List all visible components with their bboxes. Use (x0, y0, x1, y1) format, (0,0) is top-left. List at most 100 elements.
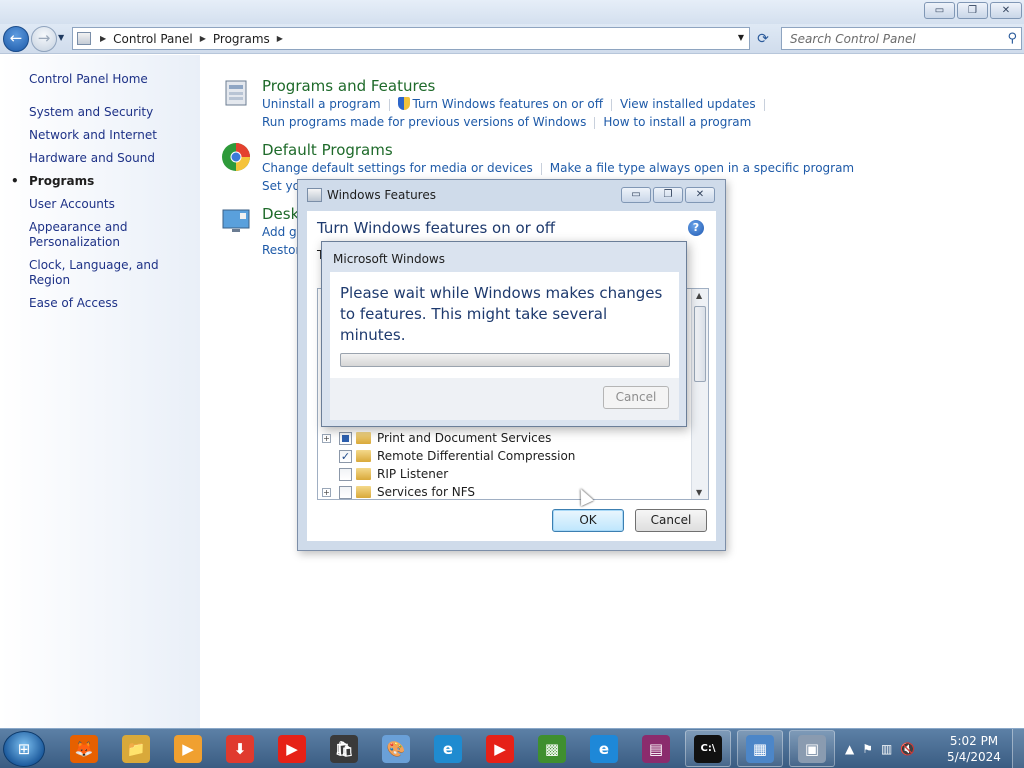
programs-features-links-row1: Uninstall a program Turn Windows features… (262, 97, 773, 111)
sidebar-item-hardware-sound[interactable]: Hardware and Sound (29, 151, 194, 166)
expand-icon[interactable]: + (322, 433, 331, 443)
close-button[interactable]: ✕ (990, 2, 1022, 19)
sidebar-item-ease-of-access[interactable]: Ease of Access (29, 296, 194, 311)
taskbar-app-windows-features[interactable]: ▣ (789, 730, 835, 767)
sidebar-item-appearance[interactable]: Appearance and Personalization (29, 220, 194, 250)
chevron-right-icon[interactable]: ▶ (197, 34, 209, 43)
taskbar-app-file-explorer[interactable]: 📁 (113, 730, 159, 767)
taskbar-app-minecraft[interactable]: ▩ (529, 730, 575, 767)
address-box[interactable]: ▶ Control Panel ▶ Programs ▶ ▼ (72, 27, 750, 50)
tree-row[interactable]: + Print and Document Services (322, 429, 551, 447)
network-icon[interactable]: ▥ (881, 742, 892, 756)
taskbar-app-control-panel[interactable]: ▦ (737, 730, 783, 767)
view-updates-link[interactable]: View installed updates (620, 97, 756, 111)
progress-message: Please wait while Windows makes changes … (340, 284, 663, 344)
dialog-maximize-button[interactable]: ❐ (653, 187, 683, 203)
youtube-icon: ▶ (278, 734, 306, 763)
breadcrumb-control-panel[interactable]: Control Panel (109, 32, 197, 46)
folder-icon (356, 432, 371, 444)
minimize-button[interactable]: ▭ (924, 2, 955, 19)
taskbar-app-command-prompt[interactable]: C:\ (685, 730, 731, 767)
recent-pages-dropdown-icon[interactable]: ▼ (58, 33, 64, 42)
tree-scrollbar[interactable]: ▲ ▼ (691, 289, 708, 499)
turn-features-link[interactable]: Turn Windows features on or off (413, 97, 604, 111)
sidebar-list: System and Security Network and Internet… (11, 105, 194, 319)
progress-bar (340, 353, 670, 367)
start-button[interactable]: ⊞ (3, 731, 45, 767)
control-panel-icon: ▦ (746, 734, 774, 763)
internet-explorer-icon: e (590, 734, 618, 763)
taskbar-app-download-manager[interactable]: ⬇ (217, 730, 263, 767)
refresh-icon[interactable]: ⟳ (752, 28, 774, 50)
chevron-right-icon[interactable]: ▶ (274, 34, 286, 43)
taskbar-app-youtube-2[interactable]: ▶ (477, 730, 523, 767)
clock[interactable]: 5:02 PM 5/4/2024 (945, 733, 1003, 765)
taskbar-app-youtube[interactable]: ▶ (269, 730, 315, 767)
taskbar-app-internet-explorer[interactable]: e (581, 730, 627, 767)
tree-row[interactable]: ✓ Remote Differential Compression (322, 447, 575, 465)
checkbox-checked[interactable]: ✓ (339, 449, 352, 463)
winrar-icon: ▤ (642, 734, 670, 763)
volume-muted-icon[interactable]: 🔇 (900, 742, 915, 756)
taskbar-app-winrar[interactable]: ▤ (633, 730, 679, 767)
checkbox-unchecked[interactable] (339, 467, 352, 481)
programs-features-title[interactable]: Programs and Features (262, 77, 435, 95)
search-icon[interactable]: ⚲ (1007, 31, 1017, 46)
windows-features-title: Windows Features (327, 188, 436, 202)
taskbar-app-paint[interactable]: 🎨 (373, 730, 419, 767)
forward-button[interactable]: → (31, 26, 57, 52)
scroll-up-icon[interactable]: ▲ (696, 291, 702, 300)
tree-row[interactable]: + Services for NFS (322, 483, 476, 499)
address-bar-row: ← → ▼ ▶ Control Panel ▶ Programs ▶ ▼ ⟳ ⚲ (0, 24, 1024, 54)
taskbar-app-store[interactable]: 🛍 (321, 730, 367, 767)
run-previous-versions-link[interactable]: Run programs made for previous versions … (262, 115, 586, 129)
taskbar-app-firefox[interactable]: 🦊 (61, 730, 107, 767)
sidebar-home-link[interactable]: Control Panel Home (29, 72, 148, 86)
breadcrumb-programs[interactable]: Programs (209, 32, 274, 46)
dialog-close-button[interactable]: ✕ (685, 187, 715, 203)
change-default-media-link[interactable]: Change default settings for media or dev… (262, 161, 533, 175)
file-type-association-link[interactable]: Make a file type always open in a specif… (550, 161, 854, 175)
dialog-minimize-button[interactable]: ▭ (621, 187, 651, 203)
edge-icon: e (434, 734, 462, 763)
tree-item-label: RIP Listener (377, 467, 449, 481)
desktop-gadgets-icon (222, 209, 250, 232)
scroll-down-icon[interactable]: ▼ (696, 488, 702, 497)
sidebar-item-programs: Programs (11, 174, 194, 189)
tree-item-label: Remote Differential Compression (377, 449, 576, 463)
show-hidden-icons-icon[interactable]: ▲ (845, 742, 854, 756)
checkbox-partial[interactable] (339, 431, 352, 445)
back-button[interactable]: ← (3, 26, 29, 52)
how-to-install-link[interactable]: How to install a program (603, 115, 751, 129)
search-box[interactable]: ⚲ (781, 27, 1022, 50)
taskbar-app-media-player[interactable]: ▶ (165, 730, 211, 767)
default-programs-title[interactable]: Default Programs (262, 141, 393, 159)
chevron-right-icon[interactable]: ▶ (97, 34, 109, 43)
sidebar-item-network-internet[interactable]: Network and Internet (29, 128, 194, 143)
tree-item-label: Services for NFS (377, 485, 476, 499)
show-desktop-button[interactable] (1012, 729, 1024, 768)
cancel-button[interactable]: Cancel (635, 509, 707, 532)
desktop-gadgets-title[interactable]: Desk (262, 205, 299, 223)
sidebar-item-system-security[interactable]: System and Security (29, 105, 194, 120)
restore-button[interactable]: ❐ (957, 2, 988, 19)
minecraft-icon: ▩ (538, 734, 566, 763)
expand-icon[interactable]: + (322, 487, 331, 497)
action-center-flag-icon[interactable]: ⚑ (862, 742, 873, 756)
help-icon[interactable]: ? (688, 220, 704, 236)
search-input[interactable] (782, 28, 992, 49)
tree-row[interactable]: RIP Listener (322, 465, 448, 483)
progress-cancel-button[interactable]: Cancel (603, 386, 669, 409)
checkbox-unchecked[interactable] (339, 485, 352, 499)
address-dropdown-icon[interactable]: ▼ (738, 33, 744, 42)
control-panel-icon (77, 32, 91, 45)
scroll-thumb[interactable] (694, 306, 706, 382)
taskbar-app-edge[interactable]: e (425, 730, 471, 767)
sidebar-item-clock-language[interactable]: Clock, Language, and Region (29, 258, 194, 288)
ok-button[interactable]: OK (552, 509, 624, 532)
uninstall-program-link[interactable]: Uninstall a program (262, 97, 381, 111)
taskbar: ⊞ 🦊 📁 ▶ ⬇ ▶ 🛍 🎨 e ▶ ▩ e ▤ C:\ ▦ ▣ ▲ ⚑ ▥ 🔇 5:02 PM 5/4/… (0, 728, 1024, 768)
sidebar-item-user-accounts[interactable]: User Accounts (29, 197, 194, 212)
tree-item-label: Print and Document Services (377, 431, 552, 445)
windows-features-title-icon (307, 188, 322, 202)
